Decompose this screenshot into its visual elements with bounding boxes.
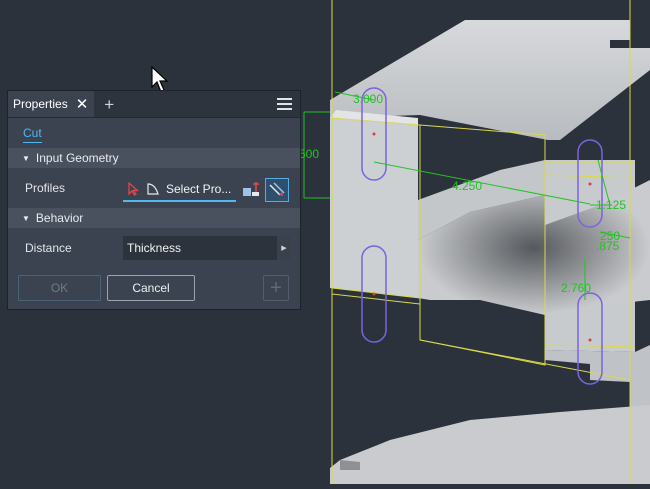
profiles-label: Profiles [25,181,66,195]
distance-dropdown[interactable]: Thickness ▶ [123,236,291,260]
section-title: Behavior [35,211,84,225]
plus-icon[interactable]: + [104,96,114,113]
hamburger-menu-icon[interactable] [277,95,292,113]
solids-icon[interactable] [239,178,263,202]
distance-value: Thickness [127,241,182,255]
tab-properties[interactable]: Properties ✕ [8,91,95,117]
section-input-geometry[interactable]: ▼ Input Geometry [8,148,300,168]
profiles-row: Profiles Select Pro... [8,168,300,208]
distance-row: Distance Thickness ▶ [8,228,300,268]
profiles-select-field[interactable]: Select Pro... [123,178,236,202]
dimension-label[interactable]: 1.125 [596,198,626,212]
profiles-select-text: Select Pro... [166,182,232,196]
dimension-label[interactable]: 2.760 [561,281,591,295]
panel-titlebar: Properties ✕ + [8,91,300,118]
collapse-triangle-icon: ▼ [22,153,30,163]
section-behavior[interactable]: ▼ Behavior [8,208,300,228]
direction-icon[interactable] [265,178,289,202]
collapse-triangle-icon: ▼ [22,213,30,223]
command-row: Cut [8,118,300,148]
section-title: Input Geometry [35,151,119,165]
left-web [330,118,418,298]
command-link-cut[interactable]: Cut [23,124,42,143]
bottom-plate [330,405,650,484]
distance-label: Distance [25,241,72,255]
face-icon [147,183,159,195]
caret-right-icon[interactable]: ▶ [277,236,291,260]
dimension-label[interactable]: 4.250 [452,179,482,193]
dimension-label[interactable]: 500 [299,147,319,161]
select-arrow-icon [128,182,140,196]
close-icon[interactable]: ✕ [76,97,89,112]
dimension-label[interactable]: 3.000 [353,92,383,106]
tab-label: Properties [13,97,68,111]
dimension-label[interactable]: .875 [596,239,620,253]
properties-panel: Properties ✕ + Cut ▼ Input Geometry Prof… [7,90,301,310]
apply-plus-button[interactable]: + [263,275,289,301]
ok-button[interactable]: OK [18,275,101,301]
dialog-buttons: OK Cancel + [8,272,300,304]
cancel-button[interactable]: Cancel [107,275,195,301]
